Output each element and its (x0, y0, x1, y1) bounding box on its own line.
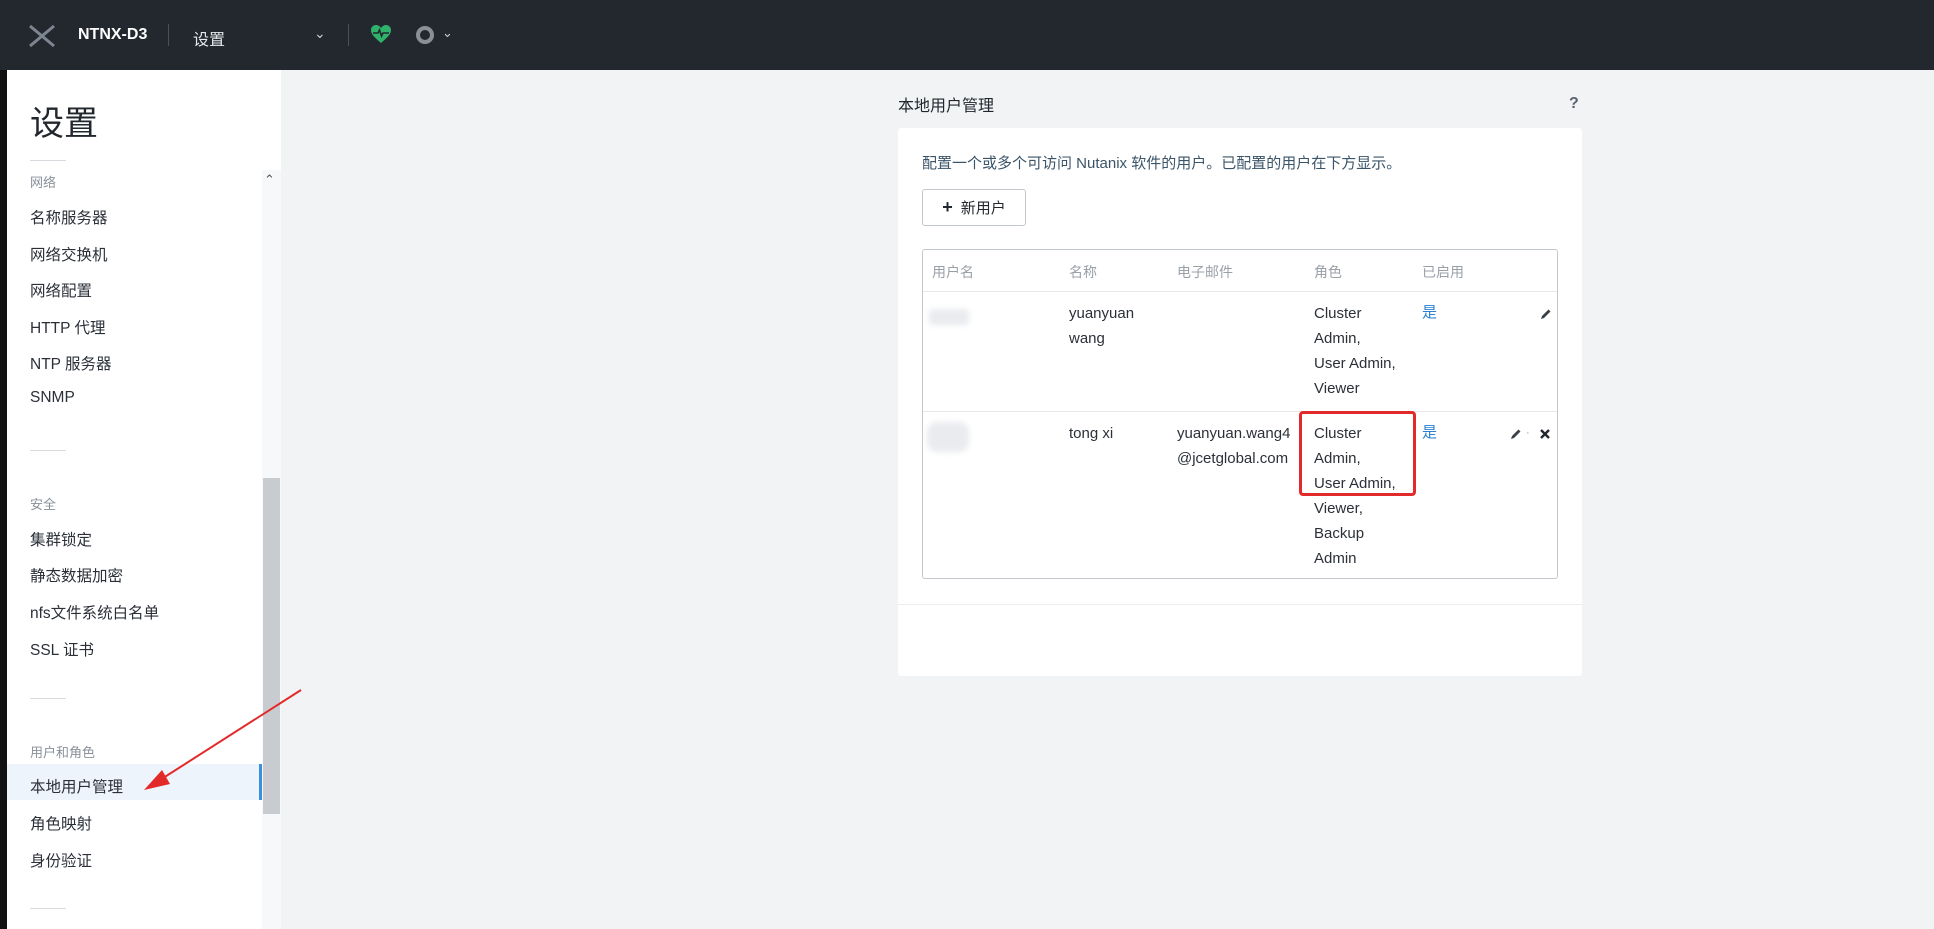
edit-icon[interactable] (1510, 428, 1522, 440)
email-line: @jcetglobal.com (1177, 450, 1289, 467)
role-line: Admin (1314, 550, 1357, 567)
plus-icon: + (942, 197, 953, 217)
redacted-username (927, 422, 969, 452)
sidebar-title: 设置 (30, 105, 98, 143)
sidebar-item-data-at-rest-encryption[interactable]: 静态数据加密 (30, 564, 123, 586)
role-cell: Cluster Admin, User Admin, Viewer (1314, 301, 1396, 401)
column-header-role[interactable]: 角色 (1314, 262, 1342, 282)
cluster-name[interactable]: NTNX-D3 (78, 26, 147, 44)
divider (30, 908, 66, 909)
new-user-label: 新用户 (960, 200, 1006, 217)
top-bar: NTNX-D3 设置 ⌄ ⌄ (0, 0, 1934, 70)
sidebar-item-snmp[interactable]: SNMP (30, 389, 75, 407)
name-line: tong xi (1069, 425, 1114, 442)
sidebar-item-nfs-whitelist[interactable]: nfs文件系统白名单 (30, 601, 159, 623)
divider (923, 411, 1557, 412)
divider (348, 24, 349, 46)
divider (30, 450, 66, 451)
separator-dot-icon: · (1526, 427, 1530, 439)
sidebar-item-authentication[interactable]: 身份验证 (30, 849, 92, 871)
divider (168, 24, 169, 46)
sidebar-item-ntp-servers[interactable]: NTP 服务器 (30, 352, 112, 374)
divider (30, 698, 66, 699)
role-line: Viewer, (1314, 500, 1363, 517)
sidebar-item-name-servers[interactable]: 名称服务器 (30, 206, 108, 228)
user-name-cell: yuanyuan wang (1069, 301, 1134, 351)
left-edge-strip (0, 0, 7, 929)
roles-highlight-box (1299, 411, 1416, 496)
page-label[interactable]: 设置 (193, 26, 225, 50)
chevron-down-icon[interactable]: ⌄ (442, 25, 453, 41)
help-icon[interactable]: ? (1569, 95, 1579, 113)
edit-icon[interactable] (1540, 308, 1552, 320)
user-management-panel: 配置一个或多个可访问 Nutanix 软件的用户。已配置的用户在下方显示。 + … (898, 128, 1582, 676)
role-line: Cluster (1314, 305, 1362, 322)
sidebar-item-http-proxy[interactable]: HTTP 代理 (30, 316, 106, 338)
email-line: yuanyuan.wang4 (1177, 425, 1291, 442)
scrollbar-thumb[interactable] (263, 478, 280, 814)
group-label-network: 网络 (30, 175, 57, 190)
role-line: Admin, (1314, 330, 1361, 347)
sidebar-item-local-user-management[interactable]: 本地用户管理 (30, 775, 123, 797)
nutanix-logo-icon[interactable] (28, 24, 56, 48)
panel-description: 配置一个或多个可访问 Nutanix 软件的用户。已配置的用户在下方显示。 (922, 155, 1402, 172)
enabled-status[interactable]: 是 (1422, 300, 1437, 325)
users-table: 用户名 名称 电子邮件 角色 已启用 yuanyuan wang Cluster… (922, 249, 1558, 579)
divider (923, 291, 1557, 292)
email-cell: yuanyuan.wang4 @jcetglobal.com (1177, 421, 1290, 471)
new-user-button[interactable]: + 新用户 (922, 189, 1026, 226)
role-line: Backup (1314, 525, 1365, 542)
column-header-email[interactable]: 电子邮件 (1177, 262, 1233, 282)
divider (30, 160, 66, 161)
user-name-cell: tong xi (1069, 421, 1113, 446)
name-line: yuanyuan (1069, 305, 1135, 322)
scroll-up-arrow-icon[interactable]: ⌃ (264, 172, 275, 188)
name-line: wang (1069, 330, 1105, 347)
enabled-status[interactable]: 是 (1422, 420, 1437, 445)
delete-icon[interactable] (1539, 428, 1551, 440)
sidebar-item-role-mapping[interactable]: 角色映射 (30, 812, 92, 834)
column-header-username[interactable]: 用户名 (932, 262, 974, 282)
role-line: Viewer (1314, 380, 1360, 397)
redacted-username (929, 309, 969, 325)
sidebar-item-network-switch[interactable]: 网络交换机 (30, 243, 108, 265)
column-header-enabled[interactable]: 已启用 (1422, 262, 1464, 282)
column-header-name[interactable]: 名称 (1069, 262, 1097, 282)
sidebar-item-network-config[interactable]: 网络配置 (30, 279, 92, 301)
group-label-security: 安全 (30, 497, 57, 512)
role-line: User Admin, (1314, 355, 1396, 372)
sidebar-item-cluster-lockdown[interactable]: 集群锁定 (30, 528, 92, 550)
alert-circle-icon[interactable] (416, 26, 434, 44)
section-title: 本地用户管理 (898, 98, 995, 115)
chevron-down-icon[interactable]: ⌄ (314, 25, 326, 42)
sidebar-item-ssl-certificate[interactable]: SSL 证书 (30, 638, 94, 660)
group-label-users-roles: 用户和角色 (30, 745, 96, 760)
divider (898, 604, 1582, 605)
heart-pulse-icon[interactable] (370, 24, 392, 44)
